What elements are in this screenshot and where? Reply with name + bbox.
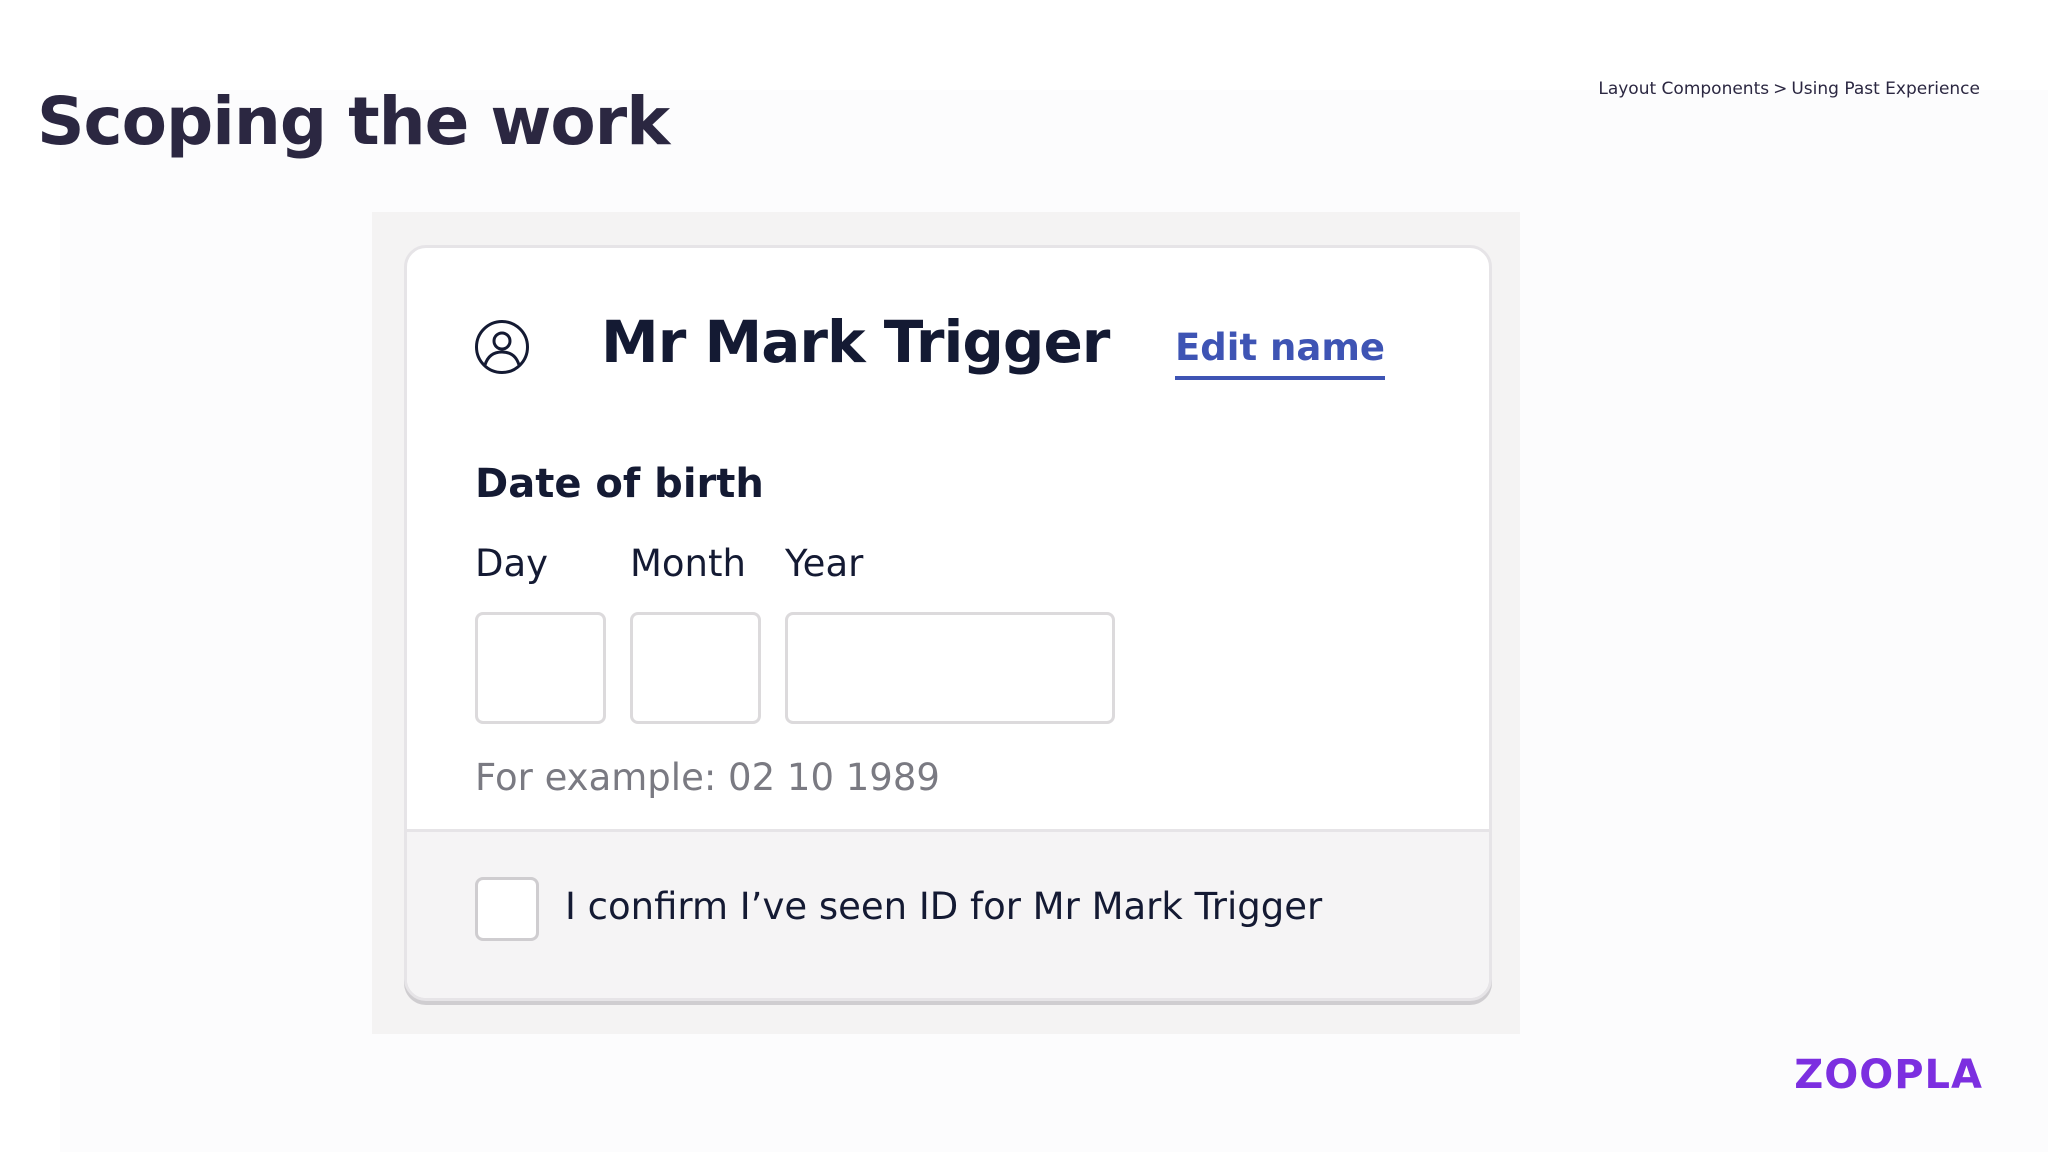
month-label: Month <box>630 542 746 585</box>
day-label: Day <box>475 542 549 585</box>
dob-hint: For example: 02 10 1989 <box>475 756 940 799</box>
person-name: Mr Mark Trigger <box>601 308 1110 376</box>
zoopla-logo: ZOOPLA <box>1794 1052 1983 1098</box>
slide-title: Scoping the work <box>37 83 670 160</box>
breadcrumb-separator: > <box>1773 79 1788 99</box>
year-input[interactable] <box>785 612 1115 724</box>
breadcrumb: Layout Components > Using Past Experience <box>1598 79 1980 99</box>
confirm-bar: I confirm I’ve seen ID for Mr Mark Trigg… <box>407 829 1489 998</box>
month-input[interactable] <box>630 612 761 724</box>
user-circle-icon <box>475 320 529 374</box>
confirm-id-checkbox[interactable] <box>475 877 539 941</box>
id-check-card: Mr Mark Trigger Edit name Date of birth … <box>404 245 1492 1001</box>
breadcrumb-page: Using Past Experience <box>1791 79 1980 99</box>
dob-heading: Date of birth <box>475 461 764 507</box>
year-label: Year <box>785 542 864 585</box>
confirm-id-label[interactable]: I confirm I’ve seen ID for Mr Mark Trigg… <box>565 885 1322 929</box>
day-input[interactable] <box>475 612 606 724</box>
breadcrumb-section: Layout Components <box>1598 79 1770 99</box>
edit-name-link[interactable]: Edit name <box>1175 326 1385 381</box>
